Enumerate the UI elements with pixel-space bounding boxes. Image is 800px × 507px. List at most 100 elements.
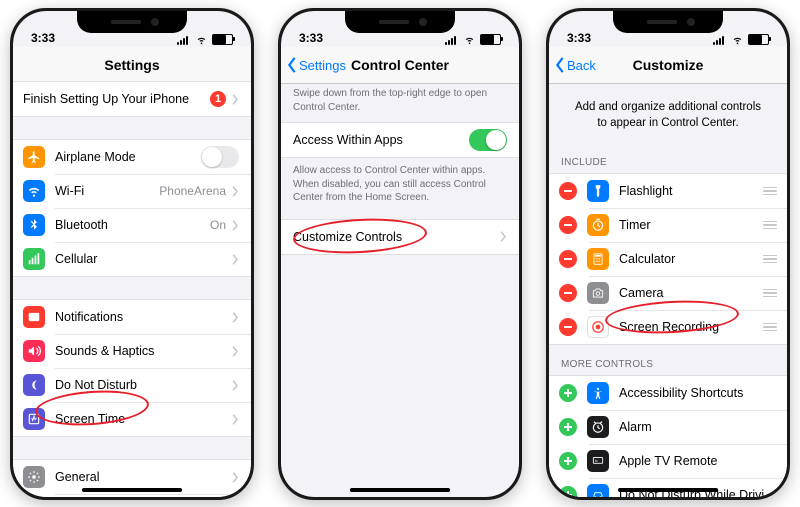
control-label: Alarm xyxy=(619,420,777,434)
row-label: Airplane Mode xyxy=(55,150,201,164)
notch xyxy=(613,11,723,33)
control-label: Camera xyxy=(619,286,757,300)
remove-button[interactable] xyxy=(559,216,577,234)
settings-row-bluetooth[interactable]: BluetoothOn xyxy=(13,208,251,242)
row-label: Wi-Fi xyxy=(55,184,159,198)
control-row-camera[interactable]: Camera xyxy=(549,276,787,310)
page-title: Customize xyxy=(633,57,704,73)
back-label: Settings xyxy=(299,58,346,73)
settings-row-controlcenter[interactable]: Control Center xyxy=(13,494,251,497)
setup-label: Finish Setting Up Your iPhone xyxy=(23,92,210,106)
timer-icon xyxy=(587,214,609,236)
access-toggle[interactable] xyxy=(469,129,507,151)
settings-row-dnd[interactable]: Do Not Disturb xyxy=(13,368,251,402)
cellular-signal-icon xyxy=(713,35,727,45)
settings-row-airplane[interactable]: Airplane Mode xyxy=(13,140,251,174)
control-row-calculator[interactable]: Calculator xyxy=(549,242,787,276)
accessibility-icon xyxy=(587,382,609,404)
remove-button[interactable] xyxy=(559,284,577,302)
nav-bar: Settings xyxy=(13,47,251,84)
clock: 3:33 xyxy=(299,31,323,45)
appletv-icon: tv xyxy=(587,450,609,472)
back-button[interactable]: Back xyxy=(555,57,596,73)
control-row-timer[interactable]: Timer xyxy=(549,208,787,242)
section-header-more: MORE CONTROLS xyxy=(549,345,787,375)
airplane-icon xyxy=(23,146,45,168)
dnddrive-icon xyxy=(587,484,609,497)
helper-text: Allow access to Control Center within ap… xyxy=(281,158,519,213)
wifi-icon xyxy=(463,35,476,45)
cellular-icon xyxy=(23,248,45,270)
bluetooth-icon xyxy=(23,214,45,236)
alarm-icon xyxy=(587,416,609,438)
add-button[interactable] xyxy=(559,418,577,436)
notch xyxy=(345,11,455,33)
control-row-accessibility[interactable]: Accessibility Shortcuts xyxy=(549,376,787,410)
helper-text: Swipe down from the top-right edge to op… xyxy=(281,81,519,122)
row-label: Sounds & Haptics xyxy=(55,344,232,358)
settings-row-wifi[interactable]: Wi-FiPhoneArena xyxy=(13,174,251,208)
dnd-icon xyxy=(23,374,45,396)
home-indicator[interactable] xyxy=(82,488,182,492)
home-indicator[interactable] xyxy=(618,488,718,492)
row-label: Screen Time xyxy=(55,412,232,426)
settings-row-screentime[interactable]: Screen Time xyxy=(13,402,251,436)
customize-controls-row[interactable]: Customize Controls xyxy=(281,220,519,254)
customize-label: Customize Controls xyxy=(293,230,500,244)
page-title: Settings xyxy=(104,57,159,73)
clock: 3:33 xyxy=(567,31,591,45)
access-within-apps-row[interactable]: Access Within Apps xyxy=(281,123,519,157)
row-label: General xyxy=(55,470,232,484)
intro-text: Add and organize additional controls to … xyxy=(549,81,787,143)
control-row-screenrec[interactable]: Screen Recording xyxy=(549,310,787,344)
notch xyxy=(77,11,187,33)
phone-control-center: 3:33 Settings Control Center Swipe down … xyxy=(278,8,522,500)
control-row-alarm[interactable]: Alarm xyxy=(549,410,787,444)
row-label: Do Not Disturb xyxy=(55,378,232,392)
remove-button[interactable] xyxy=(559,250,577,268)
battery-icon xyxy=(480,34,501,45)
chevron-right-icon xyxy=(232,254,239,265)
row-detail: PhoneArena xyxy=(159,184,226,198)
reorder-grip-icon[interactable] xyxy=(763,323,777,332)
row-label: Notifications xyxy=(55,310,232,324)
toggle[interactable] xyxy=(201,146,239,168)
reorder-grip-icon[interactable] xyxy=(763,255,777,264)
home-indicator[interactable] xyxy=(350,488,450,492)
chevron-right-icon xyxy=(232,472,239,483)
add-button[interactable] xyxy=(559,384,577,402)
general-icon xyxy=(23,466,45,488)
wifi-icon xyxy=(23,180,45,202)
settings-row-cellular[interactable]: Cellular xyxy=(13,242,251,276)
settings-row-sounds[interactable]: Sounds & Haptics xyxy=(13,334,251,368)
settings-row-notifications[interactable]: Notifications xyxy=(13,300,251,334)
add-button[interactable] xyxy=(559,486,577,497)
reorder-grip-icon[interactable] xyxy=(763,221,777,230)
add-button[interactable] xyxy=(559,452,577,470)
control-label: Screen Recording xyxy=(619,320,757,334)
nav-bar: Settings Control Center xyxy=(281,47,519,84)
reorder-grip-icon[interactable] xyxy=(763,187,777,196)
back-button[interactable]: Settings xyxy=(287,57,346,73)
notification-badge: 1 xyxy=(210,91,226,107)
chevron-right-icon xyxy=(232,346,239,357)
wifi-icon xyxy=(731,35,744,45)
nav-bar: Back Customize xyxy=(549,47,787,84)
control-label: Flashlight xyxy=(619,184,757,198)
control-row-appletv[interactable]: tv Apple TV Remote xyxy=(549,444,787,478)
sounds-icon xyxy=(23,340,45,362)
wifi-icon xyxy=(195,35,208,45)
control-row-flashlight[interactable]: Flashlight xyxy=(549,174,787,208)
remove-button[interactable] xyxy=(559,182,577,200)
battery-icon xyxy=(748,34,769,45)
cellular-signal-icon xyxy=(445,35,459,45)
reorder-grip-icon[interactable] xyxy=(763,289,777,298)
row-label: Bluetooth xyxy=(55,218,210,232)
phone-customize: 3:33 Back Customize Add and organize add… xyxy=(546,8,790,500)
remove-button[interactable] xyxy=(559,318,577,336)
screenrec-icon xyxy=(587,316,609,338)
clock: 3:33 xyxy=(31,31,55,45)
chevron-right-icon xyxy=(232,380,239,391)
setup-row[interactable]: Finish Setting Up Your iPhone 1 xyxy=(13,82,251,116)
control-label: Apple TV Remote xyxy=(619,454,777,468)
